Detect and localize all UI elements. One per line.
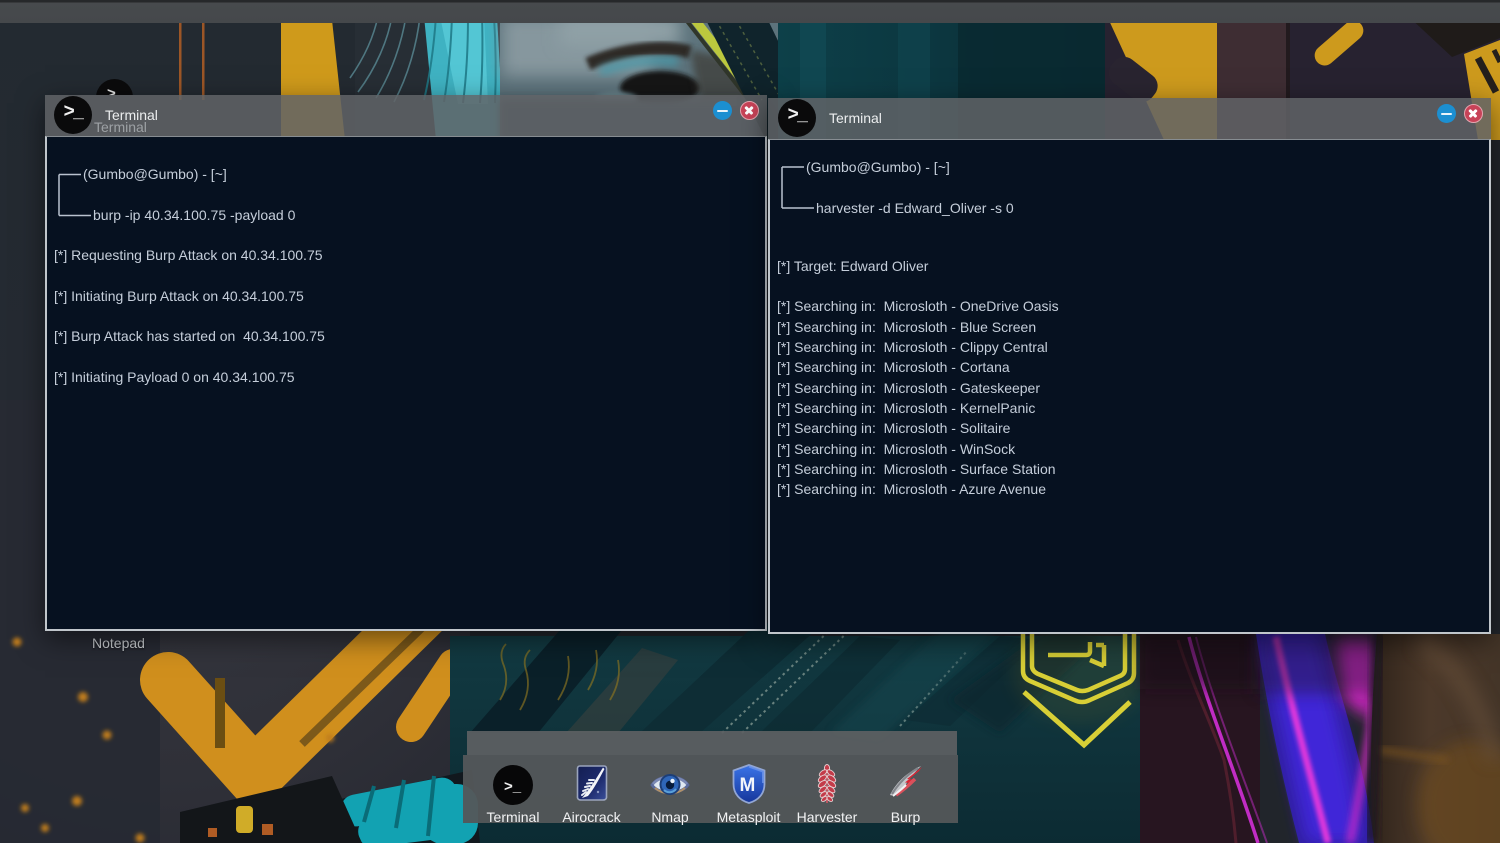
svg-text:M: M [739,775,755,796]
svg-text:>_: >_ [504,778,522,795]
